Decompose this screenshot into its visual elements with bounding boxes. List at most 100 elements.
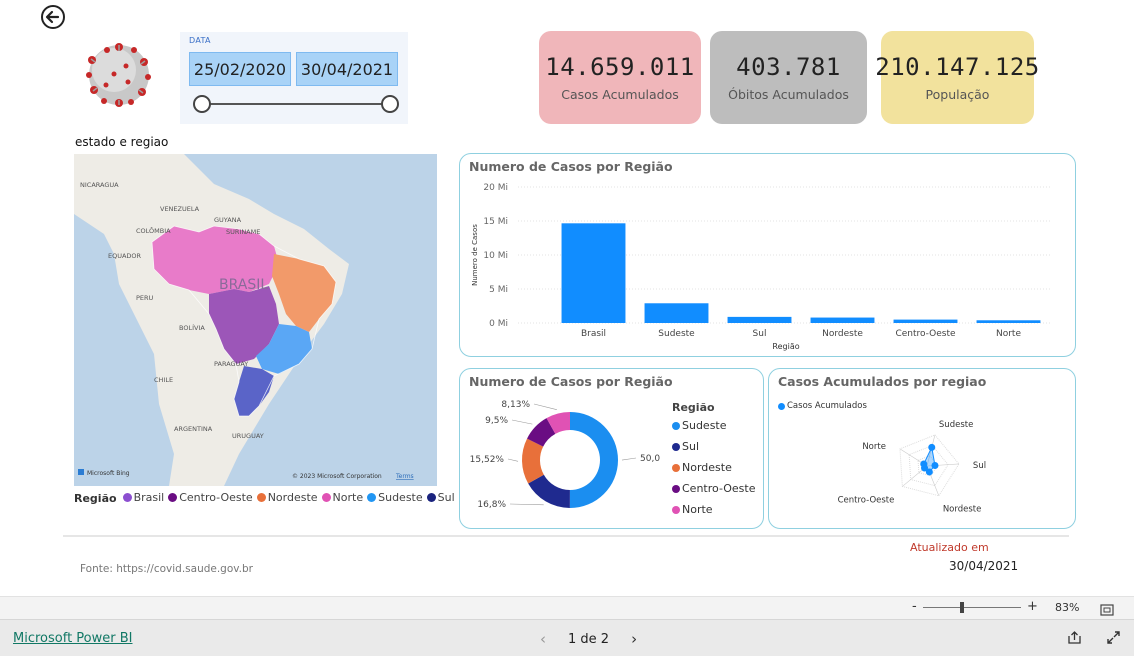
start-date-input[interactable]: 25/02/2020	[189, 52, 291, 86]
donut-data-label: 16,8%	[477, 500, 506, 510]
x-tick-label: Nordeste	[822, 329, 863, 339]
bar[interactable]	[893, 319, 958, 323]
donut-chart: 50,04% 16,8% 15,52% 9,5% 8,13%	[470, 400, 660, 510]
map-legend-item[interactable]: Sul	[426, 491, 455, 504]
fullscreen-icon[interactable]	[1106, 630, 1121, 649]
radar-axis-label: Nordeste	[943, 505, 982, 515]
zoom-slider-handle[interactable]	[960, 602, 965, 613]
donut-slice[interactable]	[569, 412, 619, 508]
y-axis-title: Numero de Casos	[471, 224, 479, 286]
radar-point[interactable]	[920, 460, 928, 468]
bar[interactable]	[644, 303, 709, 323]
donut-legend-item[interactable]: Nordeste	[672, 457, 755, 478]
x-tick-label: Norte	[996, 329, 1021, 339]
kpi-value: 14.659.011	[545, 53, 695, 81]
legend-dot	[672, 484, 680, 493]
donut-legend-item[interactable]: Sudeste	[672, 415, 755, 436]
donut-legend: Região Sudeste Sul Nordeste Centro-Oeste Nor…	[672, 401, 755, 520]
map-legend-label: Sudeste	[378, 491, 423, 504]
donut-legend-item[interactable]: Norte	[672, 499, 755, 520]
fit-to-page-icon[interactable]	[1100, 601, 1114, 620]
date-slicer[interactable]: DATA 25/02/2020 30/04/2021	[180, 32, 408, 124]
map-attribution: © 2023 Microsoft Corporation	[292, 473, 382, 480]
bar[interactable]	[561, 223, 626, 323]
donut-legend-item[interactable]: Centro-Oeste	[672, 478, 755, 499]
y-tick-label: 10 Mi	[483, 251, 508, 261]
x-tick-label: Centro-Oeste	[895, 329, 956, 339]
donut-legend-item[interactable]: Sul	[672, 436, 755, 457]
legend-dot	[168, 493, 178, 502]
back-button[interactable]	[40, 4, 66, 30]
radar-axis-label: Sul	[973, 461, 986, 471]
source-text: Fonte: https://covid.saude.gov.br	[80, 563, 253, 575]
map-label: SURINAME	[226, 228, 260, 236]
map-title: estado e regiao	[75, 135, 169, 149]
report-footer: Microsoft Power BI ‹ 1 de 2 ›	[0, 619, 1134, 656]
map-legend-item[interactable]: Sudeste	[367, 491, 423, 504]
map-legend-item[interactable]: Centro-Oeste	[168, 491, 253, 504]
map-legend-label: Nordeste	[267, 491, 318, 504]
radar-chart: Sudeste Sul Nordeste Centro-Oeste Norte	[838, 420, 986, 515]
kpi-value: 210.147.125	[875, 53, 1040, 81]
legend-dot	[672, 442, 680, 451]
date-slider-track[interactable]	[202, 103, 390, 105]
zoom-in-button[interactable]: +	[1027, 599, 1038, 614]
next-page-icon[interactable]: ›	[631, 630, 637, 648]
previous-page-icon[interactable]: ‹	[540, 630, 546, 648]
date-slider-start-handle[interactable]	[193, 95, 211, 113]
updated-date: 30/04/2021	[949, 559, 1019, 573]
page-navigator: ‹ 1 de 2 ›	[540, 630, 637, 648]
map-label: EQUADOR	[108, 252, 142, 260]
map-label: BRASIL	[219, 277, 268, 293]
bing-logo-icon	[78, 469, 84, 475]
date-slider-end-handle[interactable]	[381, 95, 399, 113]
bar[interactable]	[976, 320, 1041, 323]
y-tick-label: 20 Mi	[483, 183, 508, 193]
map-label: GUYANA	[214, 216, 242, 224]
donut-legend-label: Norte	[682, 503, 713, 516]
bar-chart-card[interactable]: Numero de Casos por Região 0 Mi 5 Mi 10 Mi…	[459, 153, 1076, 357]
date-slicer-label: DATA	[189, 36, 211, 45]
x-tick-label: Brasil	[581, 329, 606, 339]
x-tick-label: Sudeste	[658, 329, 695, 339]
map-legend-title: Região	[74, 491, 117, 505]
leader-line	[511, 419, 533, 425]
radar-point[interactable]	[931, 461, 939, 469]
map-label: CHILE	[154, 376, 173, 384]
share-icon[interactable]	[1067, 630, 1082, 649]
updated-label: Atualizado em	[910, 541, 989, 554]
y-tick-label: 0 Mi	[489, 319, 508, 329]
donut-legend-label: Nordeste	[682, 461, 732, 474]
end-date-input[interactable]: 30/04/2021	[296, 52, 398, 86]
map-legend-item[interactable]: Nordeste	[256, 491, 318, 504]
y-tick-label: 15 Mi	[483, 217, 508, 227]
x-axis-title: Região	[772, 342, 799, 351]
radar-point[interactable]	[928, 443, 936, 451]
power-bi-link[interactable]: Microsoft Power BI	[13, 631, 132, 646]
radar-chart-card[interactable]: Casos Acumulados por regiao Casos Acumul…	[768, 368, 1076, 529]
bar[interactable]	[810, 317, 875, 323]
map-label: VENEZUELA	[160, 205, 200, 213]
page-indicator: 1 de 2	[568, 631, 610, 647]
kpi-label: População	[925, 87, 990, 102]
kpi-populacao: 210.147.125 População	[875, 31, 1039, 124]
map-legend-label: Centro-Oeste	[179, 491, 253, 504]
zoom-slider-track[interactable]	[923, 607, 1021, 608]
map-legend-item[interactable]: Brasil	[122, 491, 165, 504]
map-terms-link[interactable]: Terms	[395, 473, 414, 480]
map-legend-item[interactable]: Norte	[321, 491, 363, 504]
legend-dot	[672, 505, 680, 514]
donut-chart-card[interactable]: Numero de Casos por Região 50,04%16,8%15…	[459, 368, 764, 529]
legend-dot	[256, 493, 266, 502]
map-brand: Microsoft Bing	[87, 470, 130, 477]
leader-line	[533, 403, 557, 410]
zoom-out-button[interactable]: -	[912, 599, 917, 614]
brazil-region-map[interactable]: BRASIL NICARAGUA VENEZUELA SURINAME GUYA…	[74, 154, 437, 486]
bar[interactable]	[727, 316, 792, 323]
map-label: COLÔMBIA	[136, 226, 171, 235]
donut-data-label: 9,5%	[485, 416, 508, 426]
kpi-obitos-acumulados: 403.781 Óbitos Acumulados	[710, 31, 867, 124]
map-legend-label: Brasil	[133, 491, 165, 504]
legend-dot	[672, 421, 680, 430]
legend-dot	[321, 493, 331, 502]
